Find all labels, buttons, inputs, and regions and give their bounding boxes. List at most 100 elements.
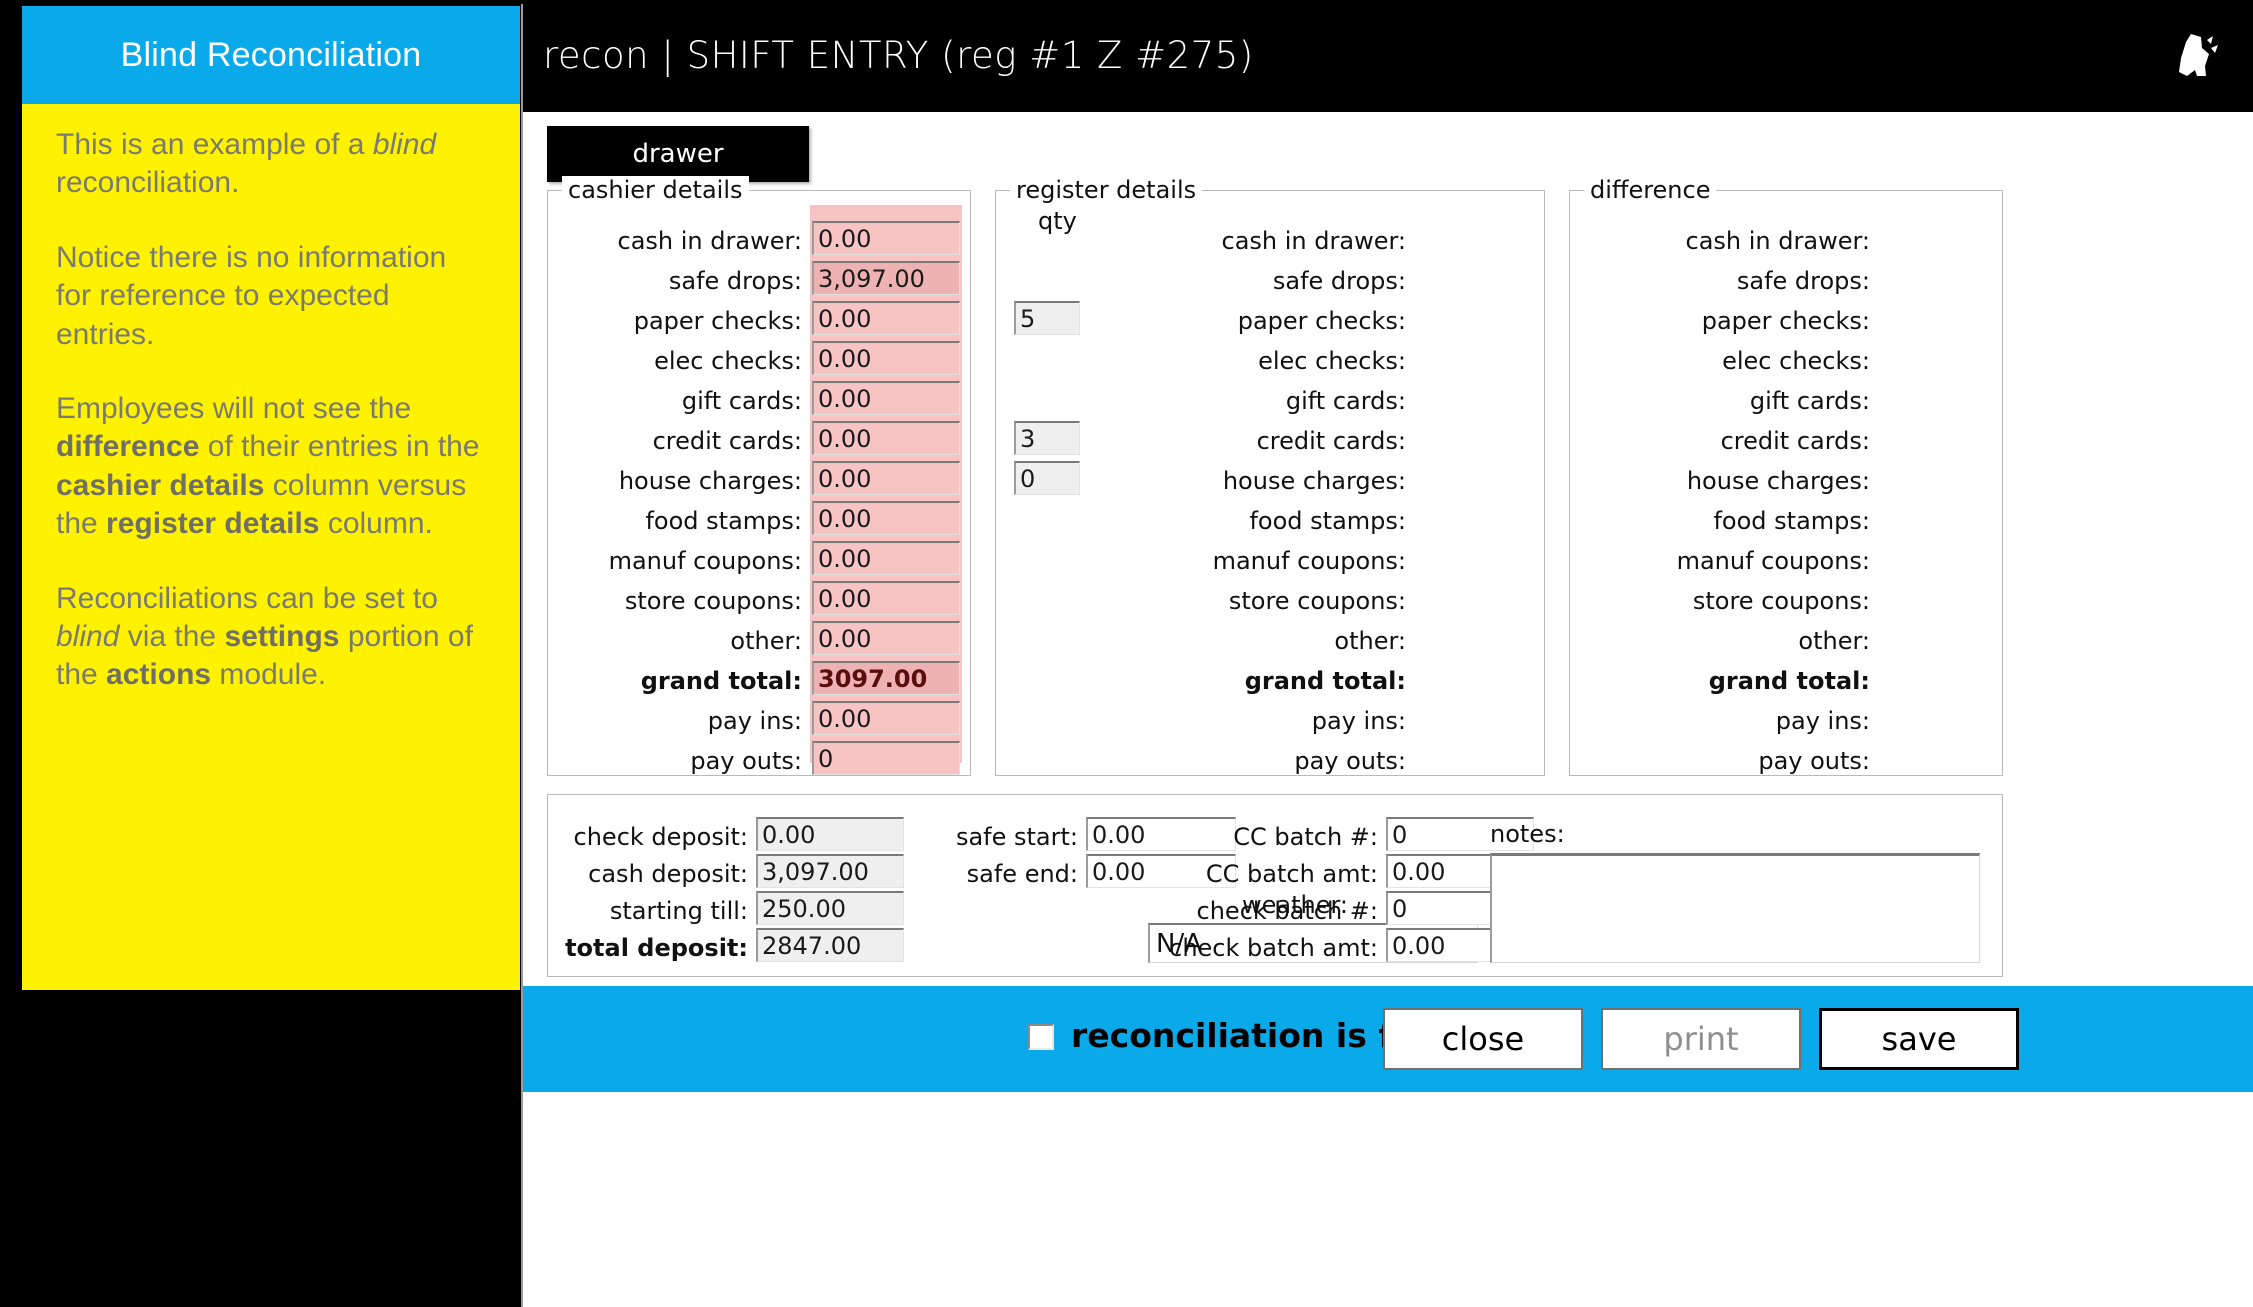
notes-label: notes: bbox=[1490, 820, 1565, 848]
cashier-label-2: paper checks: bbox=[633, 307, 802, 335]
deposit-details-group: check deposit: 0.00 cash deposit: 3,097.00 s… bbox=[547, 794, 2003, 977]
cashier-input-7[interactable]: 0.00 bbox=[812, 501, 960, 535]
annotation-title: Blind Reconciliation bbox=[22, 6, 520, 104]
register-label-9: store coupons: bbox=[1228, 587, 1406, 615]
cashier-input-4[interactable]: 0.00 bbox=[812, 381, 960, 415]
register-label-5: credit cards: bbox=[1256, 427, 1406, 455]
difference-label-3: elec checks: bbox=[1722, 347, 1870, 375]
save-button[interactable]: save bbox=[1819, 1008, 2019, 1070]
register-label-4: gift cards: bbox=[1285, 387, 1406, 415]
batch-label-0: CC batch #: bbox=[1233, 823, 1378, 851]
deposit-label-1: cash deposit: bbox=[588, 860, 748, 888]
difference-label-8: manuf coupons: bbox=[1676, 547, 1870, 575]
cashier-input-2[interactable]: 0.00 bbox=[812, 301, 960, 335]
register-label-11: grand total: bbox=[1244, 667, 1406, 695]
cashier-label-3: elec checks: bbox=[654, 347, 802, 375]
annotation-paragraph-3: Employees will not see the difference of… bbox=[56, 391, 480, 541]
screen-root: Blind Reconciliation This is an example … bbox=[0, 0, 2253, 1307]
register-label-8: manuf coupons: bbox=[1212, 547, 1406, 575]
deposit-input-1[interactable]: 3,097.00 bbox=[756, 854, 904, 888]
qty-column-header: qty bbox=[1038, 207, 1077, 235]
cashier-label-6: house charges: bbox=[618, 467, 802, 495]
cashier-input-1[interactable]: 3,097.00 bbox=[812, 261, 960, 295]
difference-label-7: food stamps: bbox=[1713, 507, 1870, 535]
reconciliation-final-checkbox[interactable] bbox=[1028, 1024, 1054, 1050]
app-logo-icon bbox=[2179, 34, 2218, 76]
deposit-label-2: starting till: bbox=[609, 897, 748, 925]
difference-legend: difference bbox=[1584, 176, 1717, 204]
safe-label-1: safe end: bbox=[966, 860, 1078, 888]
cashier-input-12[interactable]: 0.00 bbox=[812, 701, 960, 735]
cashier-label-13: pay outs: bbox=[690, 747, 802, 775]
register-label-6: house charges: bbox=[1222, 467, 1406, 495]
difference-label-12: pay ins: bbox=[1775, 707, 1870, 735]
close-button[interactable]: close bbox=[1383, 1008, 1583, 1070]
register-qty-input-2[interactable]: 5 bbox=[1014, 301, 1080, 335]
register-label-2: paper checks: bbox=[1237, 307, 1406, 335]
cashier-input-8[interactable]: 0.00 bbox=[812, 541, 960, 575]
difference-label-5: credit cards: bbox=[1720, 427, 1870, 455]
print-button[interactable]: print bbox=[1601, 1008, 1801, 1070]
difference-label-9: store coupons: bbox=[1692, 587, 1870, 615]
cashier-label-9: store coupons: bbox=[624, 587, 802, 615]
cashier-label-10: other: bbox=[730, 627, 802, 655]
register-label-13: pay outs: bbox=[1294, 747, 1406, 775]
batch-label-3: check batch amt: bbox=[1169, 934, 1378, 962]
annotation-paragraph-4: Reconciliations can be set to blind via … bbox=[56, 581, 473, 692]
difference-label-4: gift cards: bbox=[1749, 387, 1870, 415]
safe-label-0: safe start: bbox=[955, 823, 1078, 851]
cashier-label-11: grand total: bbox=[640, 667, 802, 695]
difference-label-11: grand total: bbox=[1708, 667, 1870, 695]
register-label-0: cash in drawer: bbox=[1221, 227, 1407, 255]
register-label-7: food stamps: bbox=[1249, 507, 1406, 535]
deposit-label-0: check deposit: bbox=[573, 823, 748, 851]
cashier-label-12: pay ins: bbox=[707, 707, 802, 735]
cashier-input-6[interactable]: 0.00 bbox=[812, 461, 960, 495]
difference-label-10: other: bbox=[1798, 627, 1870, 655]
deposit-input-0[interactable]: 0.00 bbox=[756, 817, 904, 851]
difference-group: difference cash in drawer: safe drops: pap… bbox=[1569, 176, 2003, 776]
cashier-label-7: food stamps: bbox=[645, 507, 802, 535]
register-label-12: pay ins: bbox=[1311, 707, 1406, 735]
difference-label-0: cash in drawer: bbox=[1685, 227, 1871, 255]
register-details-legend: register details bbox=[1010, 176, 1203, 204]
batch-label-1: CC batch amt: bbox=[1205, 860, 1378, 888]
register-label-3: elec checks: bbox=[1258, 347, 1406, 375]
cashier-details-group: cashier details cash in drawer: 0.00 safe … bbox=[547, 176, 971, 776]
cashier-label-1: safe drops: bbox=[668, 267, 802, 295]
deposit-label-3: total deposit: bbox=[565, 934, 748, 962]
register-qty-input-6[interactable]: 0 bbox=[1014, 461, 1080, 495]
tab-drawer[interactable]: drawer bbox=[547, 126, 809, 182]
cashier-input-13[interactable]: 0 bbox=[812, 741, 960, 775]
cashier-label-4: gift cards: bbox=[681, 387, 802, 415]
deposit-input-3[interactable]: 2847.00 bbox=[756, 928, 904, 962]
cashier-input-11[interactable]: 3097.00 bbox=[812, 661, 960, 695]
title-bar: recon | SHIFT ENTRY (reg #1 Z #275) bbox=[523, 4, 2253, 112]
batch-label-2: check batch #: bbox=[1196, 897, 1378, 925]
cashier-label-0: cash in drawer: bbox=[617, 227, 803, 255]
annotation-paragraph-1: This is an example of a blind reconcilia… bbox=[56, 128, 437, 200]
action-bar: reconciliation is final close print save bbox=[523, 986, 2253, 1092]
cashier-label-5: credit cards: bbox=[652, 427, 802, 455]
annotation-body: This is an example of a blind reconcilia… bbox=[22, 104, 520, 990]
register-label-1: safe drops: bbox=[1272, 267, 1406, 295]
deposit-input-2[interactable]: 250.00 bbox=[756, 891, 904, 925]
register-details-group: register details qty cash in drawer: safe… bbox=[995, 176, 1545, 776]
application-window: recon | SHIFT ENTRY (reg #1 Z #275) draw… bbox=[521, 4, 2253, 1307]
cashier-input-3[interactable]: 0.00 bbox=[812, 341, 960, 375]
cashier-details-legend: cashier details bbox=[562, 176, 749, 204]
tab-strip: drawer bbox=[547, 126, 809, 182]
difference-label-6: house charges: bbox=[1686, 467, 1870, 495]
register-label-10: other: bbox=[1334, 627, 1406, 655]
difference-label-2: paper checks: bbox=[1701, 307, 1870, 335]
register-qty-input-5[interactable]: 3 bbox=[1014, 421, 1080, 455]
cashier-label-8: manuf coupons: bbox=[608, 547, 802, 575]
cashier-input-0[interactable]: 0.00 bbox=[812, 221, 960, 255]
annotation-paragraph-2: Notice there is no information for refer… bbox=[56, 240, 447, 351]
window-title: recon | SHIFT ENTRY (reg #1 Z #275) bbox=[543, 34, 1254, 77]
cashier-input-5[interactable]: 0.00 bbox=[812, 421, 960, 455]
cashier-input-9[interactable]: 0.00 bbox=[812, 581, 960, 615]
notes-textarea[interactable] bbox=[1490, 853, 1980, 963]
cashier-input-10[interactable]: 0.00 bbox=[812, 621, 960, 655]
difference-label-13: pay outs: bbox=[1758, 747, 1870, 775]
